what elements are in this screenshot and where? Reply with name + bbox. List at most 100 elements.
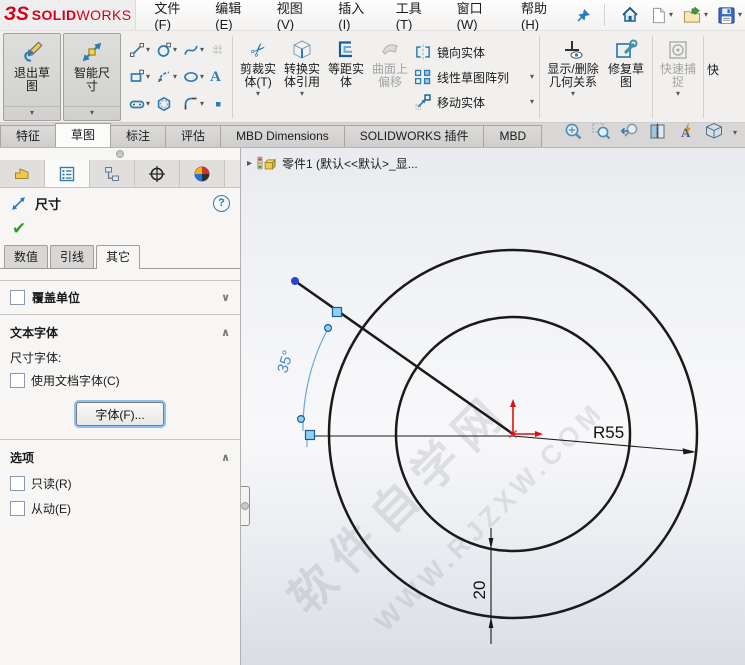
clipped-ribbon-button[interactable]: 快	[707, 33, 737, 121]
view-settings-dropdown[interactable]: ▾	[733, 129, 737, 137]
menu-window[interactable]: 窗口(W)	[457, 0, 494, 32]
angle-dimension[interactable]: 35°	[274, 306, 343, 448]
font-button[interactable]: 字体(F)...	[76, 402, 164, 426]
linear-pattern-label: 线性草图阵列	[437, 70, 510, 85]
override-units-label: 覆盖单位	[32, 291, 81, 305]
help-icon[interactable]: ?	[213, 194, 230, 212]
new-document-dropdown[interactable]: ▾	[669, 11, 673, 19]
spline-tool-button[interactable]: ▾	[182, 37, 205, 64]
menu-help[interactable]: 帮助(H)	[521, 0, 556, 32]
display-delete-relations-button[interactable]: 显示/删除几何关系 ▾	[543, 33, 603, 121]
driven-checkbox[interactable]	[10, 501, 25, 516]
panel-grip[interactable]	[0, 148, 240, 160]
save-button[interactable]: ▾	[714, 4, 745, 27]
sketch-origin	[509, 399, 543, 438]
hide-annotations-icon[interactable]: A	[676, 122, 695, 144]
move-entities-button[interactable]: 移动实体 ▾	[414, 91, 534, 113]
ok-button[interactable]: ✔	[0, 218, 240, 243]
slot-tool-button[interactable]: ▾	[128, 91, 151, 118]
smart-dimension-button[interactable]: 智能尺寸 ▾	[63, 33, 121, 121]
menu-tools[interactable]: 工具(T)	[396, 0, 430, 32]
override-units-checkbox[interactable]	[10, 290, 25, 305]
trim-entities-button[interactable]: ✂ 剪裁实体(T) ▾	[236, 33, 280, 121]
tab-evaluate[interactable]: 评估	[165, 125, 222, 147]
radius-dimension[interactable]: R55	[512, 423, 696, 455]
logo-works-text: WORKS	[76, 7, 132, 23]
tab-mbd[interactable]: MBD	[483, 125, 543, 147]
exit-sketch-button[interactable]: 退出草图 ▾	[3, 33, 61, 121]
menu-view[interactable]: 视图(V)	[277, 0, 312, 32]
read-only-checkbox[interactable]	[10, 476, 25, 491]
open-document-dropdown[interactable]: ▾	[704, 11, 708, 19]
linear-pattern-button[interactable]: 线性草图阵列 ▾	[414, 66, 534, 88]
open-document-button[interactable]: ▾	[679, 4, 711, 27]
tab-markup[interactable]: 标注	[110, 125, 167, 147]
zoom-to-fit-icon[interactable]	[564, 122, 583, 144]
fillet-tool-dropdown[interactable]: ▾	[200, 100, 204, 108]
previous-view-icon[interactable]	[620, 122, 639, 144]
arc-tool-dropdown[interactable]: ▾	[173, 73, 177, 81]
offset-entities-button[interactable]: 等距实体	[324, 33, 368, 121]
circle-tool-dropdown[interactable]: ▾	[173, 46, 177, 54]
exit-sketch-dropdown[interactable]: ▾	[4, 106, 60, 120]
subtab-value[interactable]: 数值	[4, 245, 49, 268]
graphics-area[interactable]: ▸ 零件1 (默认<<默认>_显... 软件自学网 WWW.RJZXW.COM …	[241, 148, 745, 665]
save-dropdown[interactable]: ▾	[738, 11, 742, 19]
dimxpert-manager-tab[interactable]	[135, 160, 180, 187]
zoom-to-area-icon[interactable]	[592, 122, 611, 144]
point-tool-button[interactable]	[209, 91, 227, 118]
offset-entities-label: 等距实体	[328, 62, 365, 89]
menu-insert[interactable]: 插入(I)	[338, 0, 368, 32]
smart-dimension-dropdown[interactable]: ▾	[64, 106, 120, 120]
section-view-icon[interactable]	[648, 122, 667, 144]
convert-entities-button[interactable]: 转换实体引用 ▾	[280, 33, 324, 121]
linear-pattern-dropdown[interactable]: ▾	[530, 73, 534, 81]
feature-manager-tab[interactable]	[0, 160, 45, 187]
move-entities-dropdown[interactable]: ▾	[530, 98, 534, 106]
slot-tool-dropdown[interactable]: ▾	[146, 100, 150, 108]
ellipse-tool-button[interactable]: ▾	[182, 64, 205, 91]
radial-line[interactable]	[294, 279, 514, 436]
breadcrumb[interactable]: ▸ 零件1 (默认<<默认>_显...	[247, 155, 418, 172]
convert-entities-dropdown[interactable]: ▾	[300, 89, 304, 101]
trim-entities-dropdown[interactable]: ▾	[256, 89, 260, 101]
panel-splitter-handle[interactable]	[241, 486, 250, 526]
line-tool-dropdown[interactable]: ▾	[146, 46, 150, 54]
view-orientation-cube-icon[interactable]	[704, 122, 724, 144]
text-tool-button[interactable]: A	[209, 64, 227, 91]
home-button[interactable]	[617, 3, 643, 27]
display-delete-relations-dropdown[interactable]: ▾	[571, 89, 575, 101]
subtab-leaders[interactable]: 引线	[50, 245, 95, 268]
tab-solidworks-addins[interactable]: SOLIDWORKS 插件	[343, 125, 485, 147]
rectangle-tool-button[interactable]: ▾	[128, 64, 151, 91]
display-manager-tab[interactable]	[180, 160, 225, 187]
tab-sketch[interactable]: 草图	[55, 123, 112, 147]
rectangle-tool-dropdown[interactable]: ▾	[146, 73, 150, 81]
tab-features[interactable]: 特征	[0, 125, 57, 147]
main-area: 尺寸 ? ✔ 数值 引线 其它 覆盖单位 ∨ 文本字体 ∧ 尺寸字体: 使用文档…	[0, 148, 745, 665]
circle-tool-button[interactable]: ▾	[155, 37, 178, 64]
pin-menu-icon[interactable]	[576, 7, 592, 23]
ellipse-tool-dropdown[interactable]: ▾	[200, 73, 204, 81]
menu-file[interactable]: 文件(F)	[154, 0, 188, 32]
mirror-entities-button[interactable]: 镜向实体	[414, 41, 534, 63]
chevron-up-icon[interactable]: ∧	[221, 326, 230, 339]
use-document-font-checkbox[interactable]	[10, 373, 25, 388]
arc-tool-button[interactable]: ▾	[155, 64, 178, 91]
repair-sketch-button[interactable]: 修复草图	[603, 33, 649, 121]
subtab-other[interactable]: 其它	[96, 245, 141, 269]
chevron-down-icon[interactable]: ∨	[221, 291, 230, 304]
fillet-tool-button[interactable]: ▾	[182, 91, 205, 118]
new-document-button[interactable]: ▾	[646, 4, 676, 27]
chevron-up-icon[interactable]: ∧	[221, 451, 230, 464]
property-manager-tab[interactable]	[45, 160, 90, 187]
configuration-manager-tab[interactable]	[90, 160, 135, 187]
flyout-arrow-icon[interactable]: ▸	[247, 158, 252, 169]
tab-mbd-dimensions[interactable]: MBD Dimensions	[220, 125, 345, 147]
line-endpoint[interactable]	[291, 277, 299, 285]
spline-tool-dropdown[interactable]: ▾	[200, 46, 204, 54]
polygon-tool-button[interactable]	[155, 91, 178, 118]
menu-edit[interactable]: 编辑(E)	[215, 0, 250, 32]
property-manager-panel: 尺寸 ? ✔ 数值 引线 其它 覆盖单位 ∨ 文本字体 ∧ 尺寸字体: 使用文档…	[0, 148, 241, 665]
line-tool-button[interactable]: ▾	[128, 37, 151, 64]
